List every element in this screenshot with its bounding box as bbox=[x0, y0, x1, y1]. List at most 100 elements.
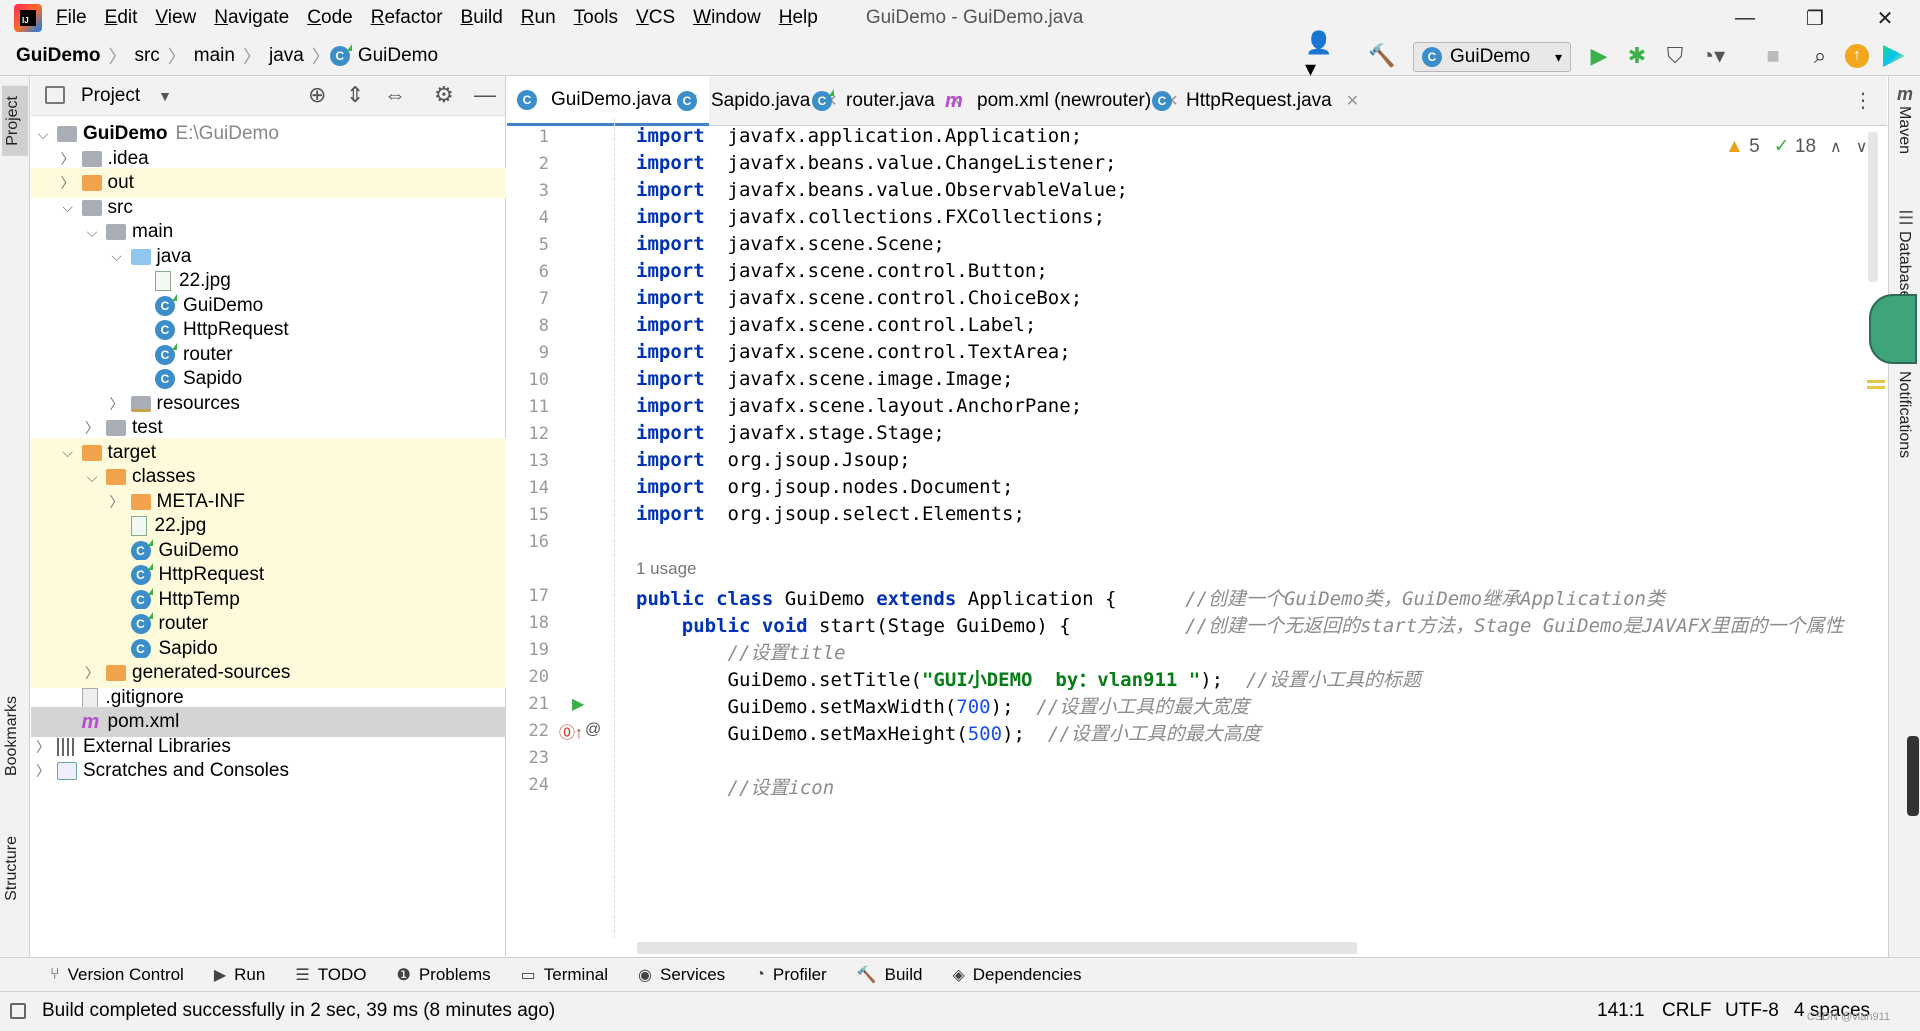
menu-navigate[interactable]: Navigate bbox=[214, 7, 289, 29]
run-configuration-select[interactable]: C GuiDemo ▾ bbox=[1413, 42, 1571, 72]
bottom-tool-profiler[interactable]: ◔ Profiler bbox=[755, 965, 827, 985]
chevron-right-icon[interactable]: 〉 bbox=[84, 663, 100, 683]
maven-tool-tab[interactable]: Maven bbox=[1895, 106, 1913, 154]
menu-tools[interactable]: Tools bbox=[574, 7, 618, 29]
code-line[interactable]: import javafx.scene.control.Label; bbox=[636, 314, 1036, 336]
code-line[interactable]: import javafx.application.Application; bbox=[636, 127, 1082, 147]
chevron-right-icon[interactable]: 〉 bbox=[109, 394, 125, 414]
status-message[interactable]: Build completed successfully in 2 sec, 3… bbox=[42, 1000, 555, 1022]
file-encoding[interactable]: UTF-8 bbox=[1725, 1000, 1779, 1022]
override-icon[interactable]: ⓪↑ bbox=[559, 719, 583, 743]
breadcrumb-project[interactable]: GuiDemo bbox=[8, 45, 108, 67]
line-separator[interactable]: CRLF bbox=[1662, 1000, 1712, 1022]
horizontal-scrollbar[interactable] bbox=[637, 942, 1357, 954]
code-line[interactable]: public void start(Stage GuiDemo) { //创建一… bbox=[636, 611, 1844, 638]
menu-run[interactable]: Run bbox=[521, 7, 556, 29]
code-line[interactable]: import org.jsoup.select.Elements; bbox=[636, 503, 1025, 525]
caret-position[interactable]: 141:1 bbox=[1597, 1000, 1645, 1022]
code-line[interactable]: //设置icon bbox=[636, 773, 835, 800]
code-line[interactable]: import javafx.scene.control.ChoiceBox; bbox=[636, 287, 1082, 309]
bottom-tool-version-control[interactable]: ⑂ Version Control bbox=[50, 965, 184, 985]
bottom-tool-problems[interactable]: ❶ Problems bbox=[397, 965, 491, 985]
code-line[interactable]: GuiDemo.setMaxHeight(500); //设置小工具的最大高度 bbox=[636, 719, 1261, 746]
minimize-icon[interactable]: — bbox=[1714, 0, 1776, 36]
code-line[interactable]: import javafx.scene.layout.AnchorPane; bbox=[636, 395, 1082, 417]
chevron-down-icon[interactable]: ⌵ bbox=[109, 248, 125, 265]
close-tab-icon[interactable]: ✕ bbox=[1346, 91, 1359, 111]
menu-vcs[interactable]: VCS bbox=[636, 7, 675, 29]
run-icon[interactable]: ▶ bbox=[1585, 42, 1613, 70]
close-icon[interactable]: ✕ bbox=[1854, 0, 1916, 36]
restore-icon[interactable]: ❐ bbox=[1784, 0, 1846, 36]
code-line[interactable]: import javafx.stage.Stage; bbox=[636, 422, 945, 444]
code-editor[interactable]: import javafx.application.Application; im… bbox=[630, 127, 1888, 957]
search-icon[interactable]: ⌕ bbox=[1806, 42, 1834, 70]
more-options-icon[interactable]: ⋮ bbox=[1853, 88, 1873, 113]
breadcrumb-java[interactable]: java bbox=[261, 45, 312, 67]
hide-panel-icon[interactable]: — bbox=[474, 82, 496, 108]
breadcrumb-main[interactable]: main bbox=[186, 45, 243, 67]
menu-window[interactable]: Window bbox=[693, 7, 761, 29]
code-line[interactable]: import org.jsoup.Jsoup; bbox=[636, 449, 911, 471]
structure-tool-tab[interactable]: Structure bbox=[3, 836, 21, 901]
breadcrumb-src[interactable]: src bbox=[126, 45, 167, 67]
stop-icon[interactable]: ■ bbox=[1759, 42, 1787, 70]
user-icon[interactable]: 👤▾ bbox=[1305, 30, 1333, 81]
chevron-up-icon[interactable]: ∧ bbox=[1830, 137, 1842, 157]
code-line[interactable]: import javafx.beans.value.ChangeListener… bbox=[636, 152, 1116, 174]
menu-build[interactable]: Build bbox=[461, 7, 503, 29]
run-gutter-icon[interactable]: ▶ bbox=[572, 694, 584, 714]
chevron-down-icon[interactable]: ⌵ bbox=[60, 444, 76, 461]
code-line[interactable]: import javafx.collections.FXCollections; bbox=[636, 206, 1105, 228]
warning-marker[interactable] bbox=[1867, 380, 1885, 383]
menu-code[interactable]: Code bbox=[307, 7, 352, 29]
menu-help[interactable]: Help bbox=[779, 7, 818, 29]
bottom-tool-dependencies[interactable]: ◈ Dependencies bbox=[952, 965, 1081, 985]
project-tool-tab[interactable]: Project bbox=[2, 86, 28, 156]
chevron-right-icon[interactable]: 〉 bbox=[35, 761, 51, 781]
code-line[interactable]: GuiDemo.setMaxWidth(700); //设置小工具的最大宽度 bbox=[636, 692, 1250, 719]
code-line[interactable]: import javafx.scene.control.TextArea; bbox=[636, 341, 1071, 363]
code-line[interactable]: import javafx.scene.image.Image; bbox=[636, 368, 1014, 390]
gear-icon[interactable]: ⚙ bbox=[434, 82, 454, 108]
status-window-icon[interactable] bbox=[10, 1003, 26, 1019]
editor-tab[interactable]: C HttpRequest.java ✕ bbox=[1142, 76, 1369, 126]
chevron-down-icon[interactable]: ⌵ bbox=[84, 469, 100, 486]
bookmarks-tool-tab[interactable]: Bookmarks bbox=[3, 696, 21, 776]
code-line[interactable]: //设置title bbox=[636, 638, 846, 665]
menu-view[interactable]: View bbox=[155, 7, 196, 29]
jetbrains-toolbox-icon[interactable] bbox=[1880, 42, 1908, 70]
bottom-tool-terminal[interactable]: ▭ Terminal bbox=[521, 965, 608, 985]
code-line[interactable]: public class GuiDemo extends Application… bbox=[636, 584, 1665, 611]
menu-refactor[interactable]: Refactor bbox=[371, 7, 443, 29]
bottom-tool-todo[interactable]: ☰ TODO bbox=[295, 965, 366, 985]
menu-file[interactable]: File bbox=[56, 7, 87, 29]
warning-marker[interactable] bbox=[1867, 386, 1885, 389]
chevron-right-icon[interactable]: 〉 bbox=[60, 173, 76, 193]
chevron-right-icon[interactable]: 〉 bbox=[35, 737, 51, 757]
chevron-down-icon[interactable]: ⌵ bbox=[84, 224, 100, 241]
code-line[interactable]: import javafx.scene.Scene; bbox=[636, 233, 945, 255]
vertical-scrollbar[interactable] bbox=[1868, 132, 1878, 282]
bottom-tool-run[interactable]: ▶ Run bbox=[214, 965, 266, 985]
notifications-tool-tab[interactable]: Notifications bbox=[1895, 371, 1913, 458]
chevron-right-icon[interactable]: 〉 bbox=[60, 149, 76, 169]
bottom-tool-services[interactable]: ◉ Services bbox=[638, 965, 725, 985]
code-line[interactable]: GuiDemo.setTitle("GUI小DEMO by：vlan911 ")… bbox=[636, 665, 1421, 692]
code-line[interactable]: import javafx.beans.value.ObservableValu… bbox=[636, 179, 1128, 201]
chevron-down-icon[interactable]: ⌵ bbox=[35, 126, 51, 143]
breadcrumb-class[interactable]: GuiDemo bbox=[350, 45, 446, 67]
chevron-right-icon[interactable]: 〉 bbox=[109, 492, 125, 512]
inspection-widget[interactable]: ▲ 5 ✓ 18 ∧ ∨ bbox=[1725, 135, 1867, 158]
usage-hint[interactable]: 1 usage bbox=[636, 559, 697, 579]
menu-edit[interactable]: Edit bbox=[105, 7, 138, 29]
coverage-icon[interactable]: ⛉ bbox=[1661, 42, 1689, 70]
chevron-down-icon[interactable]: ▼ bbox=[158, 88, 172, 104]
locate-icon[interactable]: ⊕ bbox=[308, 82, 326, 108]
chevron-down-icon[interactable]: ⌵ bbox=[60, 199, 76, 216]
update-icon[interactable]: ↑ bbox=[1843, 42, 1871, 70]
profile-icon[interactable]: ◔▾ bbox=[1699, 42, 1727, 70]
debug-icon[interactable]: ✱ bbox=[1623, 42, 1651, 70]
collapse-all-icon[interactable]: ⇔ bbox=[384, 82, 406, 108]
build-hammer-icon[interactable]: 🔨 bbox=[1368, 42, 1396, 70]
